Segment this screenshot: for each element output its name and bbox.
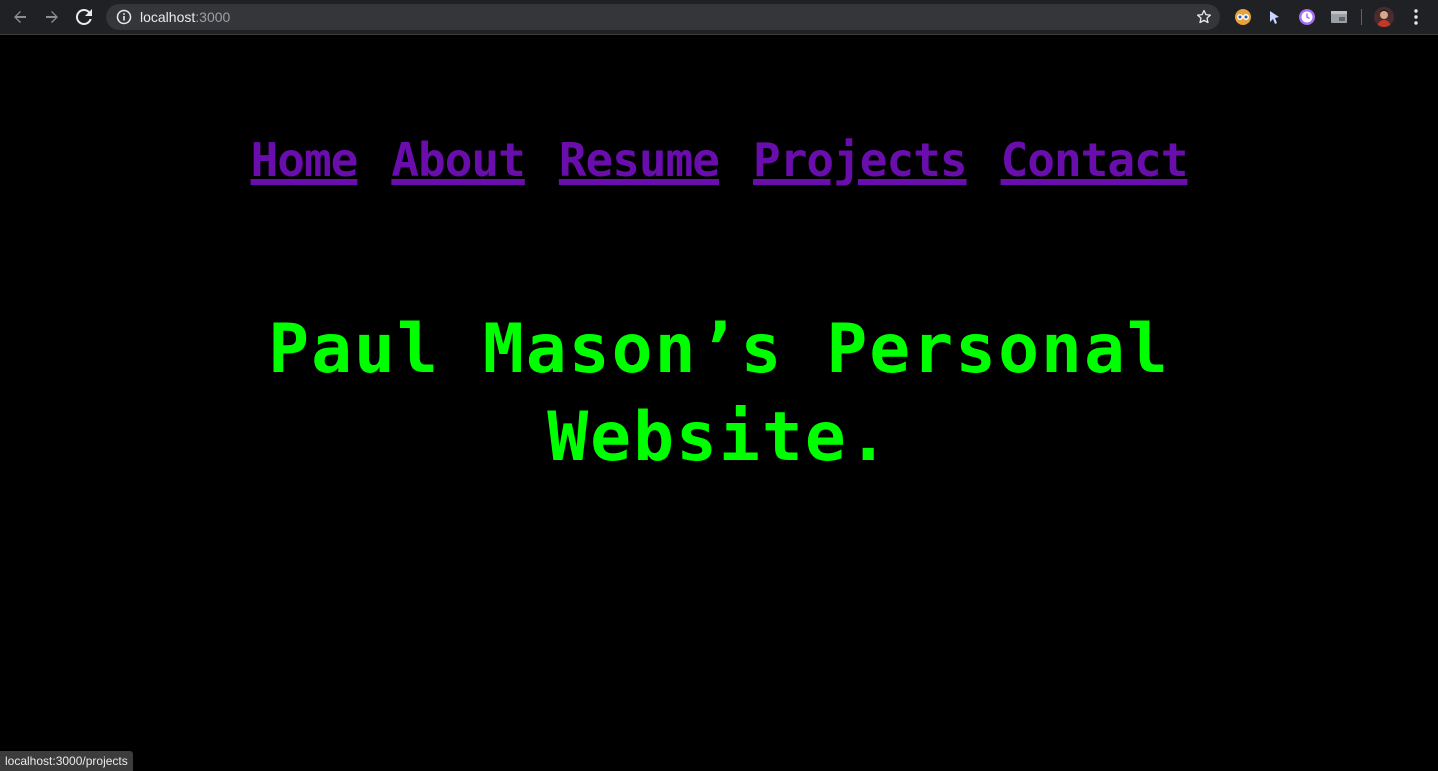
eyes-extension-icon[interactable]	[1234, 8, 1252, 26]
user-avatar-icon	[1374, 7, 1394, 27]
nav-link-home[interactable]: Home	[251, 132, 359, 188]
profile-avatar[interactable]	[1374, 7, 1394, 27]
nav-link-about[interactable]: About	[391, 132, 525, 188]
reload-icon	[76, 9, 92, 25]
back-button[interactable]	[8, 6, 32, 28]
page-title-line-2: Website.	[547, 398, 891, 477]
url-port: :3000	[195, 9, 231, 25]
url-host: localhost	[140, 9, 196, 25]
cursor-extension-icon[interactable]	[1265, 8, 1283, 26]
clock-extension-icon[interactable]	[1298, 8, 1316, 26]
link-status-bar: localhost:3000/projects	[0, 751, 133, 771]
arrow-right-icon	[46, 11, 58, 23]
nav-link-contact[interactable]: Contact	[1001, 132, 1189, 188]
forward-button[interactable]	[40, 6, 64, 28]
star-icon[interactable]	[1196, 9, 1212, 25]
kebab-menu-icon[interactable]	[1408, 8, 1424, 26]
arrow-left-icon	[14, 11, 26, 23]
toolbar-divider	[1361, 9, 1362, 25]
page-viewport: Home About Resume Projects Contact Paul Maso…	[0, 36, 1438, 771]
page-title: Paul Mason’s Personal Website.	[150, 306, 1288, 482]
page-title-line-1: Paul Mason’s Personal	[268, 310, 1170, 389]
nav-link-resume[interactable]: Resume	[559, 132, 720, 188]
info-icon[interactable]	[116, 9, 132, 25]
url-text[interactable]: localhost:3000	[140, 8, 230, 26]
tab-extension-icon[interactable]	[1330, 8, 1348, 26]
nav-link-projects[interactable]: Projects	[753, 132, 968, 188]
address-bar[interactable]: localhost:3000	[106, 4, 1220, 30]
reload-button[interactable]	[72, 6, 96, 28]
site-navigation: Home About Resume Projects Contact	[0, 132, 1438, 188]
browser-toolbar: localhost:3000	[0, 0, 1438, 35]
